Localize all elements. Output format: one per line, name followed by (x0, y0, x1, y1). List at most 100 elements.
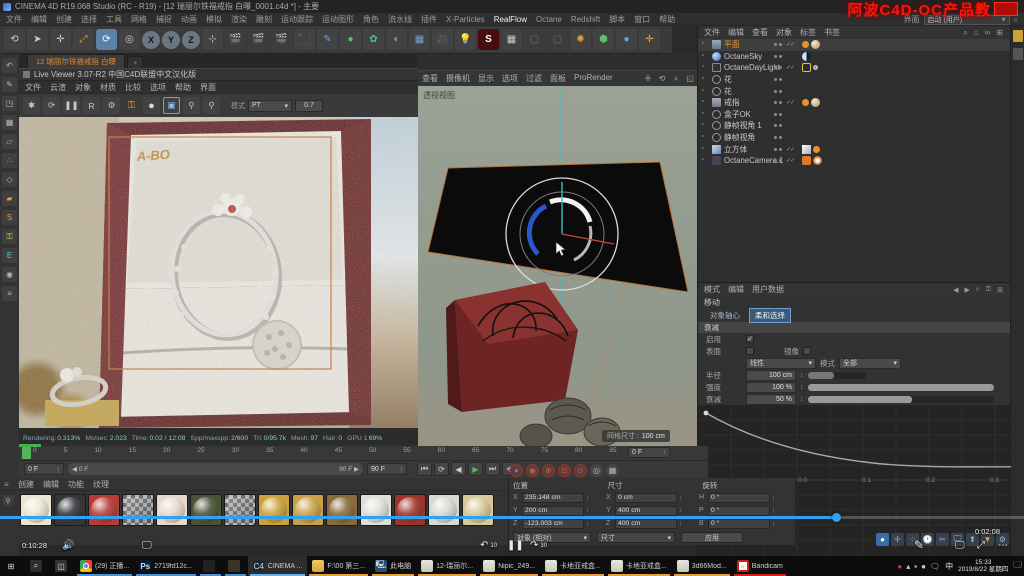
expand-toggle[interactable]: ∘ (701, 99, 708, 106)
rotation-field[interactable]: 0 ° (708, 506, 770, 516)
object-tags[interactable] (802, 98, 820, 107)
enable-checkbox[interactable]: ✓ (746, 335, 754, 343)
scroll-right-arrow[interactable]: 90 F ▶ (339, 465, 359, 473)
render-settings-icon[interactable]: 🎬 (271, 29, 292, 50)
undo-icon[interactable]: ⟲ (4, 29, 25, 50)
zoom-icon[interactable]: ⌕ (670, 73, 682, 85)
search-icon[interactable]: ⌕ (963, 28, 967, 38)
menu-item[interactable]: 模拟 (206, 14, 222, 25)
rotate-tool-icon[interactable]: ⟳ (96, 29, 117, 50)
sky-object-icon[interactable]: ● (616, 29, 637, 50)
object-row[interactable]: ∘ 花 ✓✓ (698, 85, 1010, 97)
visibility-dots[interactable] (774, 148, 782, 151)
viewport-menu-item[interactable]: ProRender (574, 73, 613, 84)
ghost-tool2-icon[interactable]: ▢ (547, 29, 568, 50)
snap-icon[interactable]: S (2, 210, 17, 225)
reset-icon[interactable]: R (83, 97, 100, 114)
taskbar-item[interactable]: 🖼 Nipic_249... (478, 556, 540, 576)
tray-net-icon[interactable]: ● (921, 562, 926, 571)
expand-toggle[interactable]: ∘ (701, 157, 708, 164)
workplane-icon[interactable]: ▱ (2, 134, 17, 149)
render-region-icon[interactable]: ▣ (163, 97, 180, 114)
autokey-icon[interactable]: ◉ (526, 464, 539, 477)
material-swatch[interactable] (156, 494, 188, 526)
material-ball-icon[interactable]: ● (143, 97, 160, 114)
menu-item[interactable]: 运动跟踪 (281, 14, 313, 25)
video-progress-bar[interactable] (0, 516, 1024, 519)
object-manager-menu-item[interactable]: 查看 (752, 27, 768, 38)
falloff-field[interactable]: 50 % (746, 394, 796, 405)
tray-app-icon[interactable]: ▪ (914, 562, 917, 571)
menu-item[interactable]: 窗口 (634, 14, 650, 25)
loop-icon[interactable]: ⟳ (434, 462, 449, 476)
position-field[interactable]: -123.003 cm (522, 519, 584, 529)
expand-icon[interactable]: ⊞ (997, 286, 1003, 294)
menu-item[interactable]: 文件 (6, 14, 22, 25)
solo-icon[interactable]: ◉ (2, 267, 17, 282)
taskbar-item[interactable]: F:\00 第三... (307, 556, 370, 576)
object-row[interactable]: ∘ 立方体 ✓✓ (698, 143, 1010, 155)
recording-icon[interactable]: ● (897, 562, 902, 571)
expand-toggle[interactable]: ∘ (701, 53, 708, 60)
range-start-field[interactable]: 0 F↕ (24, 463, 64, 475)
expand-toggle[interactable]: ∘ (701, 64, 708, 71)
material-swatch[interactable] (88, 494, 120, 526)
taskbar-item[interactable]: 🖼 卡地亚戒盒... (606, 556, 672, 576)
viewport-menu-item[interactable]: 选项 (502, 73, 518, 84)
section-header[interactable]: 衰减 (698, 322, 1010, 333)
object-row[interactable]: ∘ OctaneCamera.1 ✓✓ (698, 155, 1010, 167)
menu-item[interactable]: 创建 (56, 14, 72, 25)
record-pla-icon[interactable]: ▦ (606, 464, 619, 477)
object-row[interactable]: ∘ 盒子OK ✓✓ (698, 109, 1010, 121)
viewport-label[interactable]: 透视视图 (423, 90, 455, 101)
taskbar-item[interactable]: (29) 正播... (75, 556, 134, 576)
cut-icon[interactable]: ✂ (936, 533, 949, 546)
radius-slider[interactable] (808, 372, 866, 379)
forward-30-icon[interactable]: ↷30 (530, 540, 547, 551)
taskbar-item[interactable]: C4 CINEMA ... (248, 556, 308, 576)
expand-toggle[interactable]: ∘ (701, 88, 708, 95)
texture-mode-icon[interactable]: ▦ (2, 115, 17, 130)
live-viewer-menu-item[interactable]: 比较 (125, 82, 141, 93)
render-kernel-dropdown[interactable]: PT▾ (248, 100, 292, 112)
array-icon[interactable]: ✿ (363, 29, 384, 50)
menu-item[interactable]: 帮助 (659, 14, 675, 25)
layers-icon[interactable]: ≡ (2, 286, 17, 301)
object-row[interactable]: ∘ OctaneSky ✓✓ (698, 51, 1010, 63)
expand-toggle[interactable]: ∘ (701, 41, 708, 48)
material-filter-icon[interactable]: ⚲ (3, 495, 14, 506)
x-axis-lock-icon[interactable]: X (142, 31, 160, 49)
visibility-dots[interactable] (774, 136, 782, 139)
taskbar-item[interactable] (198, 556, 223, 576)
surface-checkbox[interactable] (746, 347, 754, 355)
object-row[interactable]: ∘ 静帧视角 1 ✓✓ (698, 120, 1010, 132)
viewport-menu-item[interactable]: 过滤 (526, 73, 542, 84)
pan-icon[interactable]: ✛ (642, 73, 654, 85)
menu-item[interactable]: 运动图形 (322, 14, 354, 25)
radius-field[interactable]: 100 cm (746, 370, 796, 381)
strength-field[interactable]: 100 % (746, 382, 796, 393)
record-scale-icon[interactable]: ⊡ (558, 464, 571, 477)
viewport-menu-item[interactable]: 摄像机 (446, 73, 470, 84)
progress-knob[interactable] (832, 513, 841, 522)
model-mode-icon[interactable]: ◳ (2, 96, 17, 111)
menu-item[interactable]: X-Particles (446, 15, 485, 24)
kernel-icon[interactable]: ✱ (23, 97, 40, 114)
object-tags[interactable] (802, 145, 820, 154)
document-tab[interactable]: 12 瑞丽尔铁福戒指 白曝 (27, 54, 125, 68)
expand-icon[interactable]: ⊞ (996, 28, 1003, 38)
object-manager-menu-item[interactable]: 标签 (800, 27, 816, 38)
ime-indicator[interactable]: 中 (945, 561, 953, 572)
move-tool-icon[interactable]: ✛ (50, 29, 71, 50)
home-icon[interactable]: ⌂ (974, 28, 979, 38)
magnet-icon[interactable]: E (2, 248, 17, 263)
new-tab-button[interactable]: + (127, 56, 143, 68)
mode-dropdown[interactable]: 全部▾ (839, 358, 901, 369)
material-swatch[interactable] (462, 494, 494, 526)
tray-gpu-icon[interactable]: ▴ (906, 562, 910, 571)
object-row[interactable]: ∘ 戒指 ✓✓ (698, 97, 1010, 109)
live-viewer-menu-item[interactable]: 帮助 (175, 82, 191, 93)
material-swatch[interactable] (428, 494, 460, 526)
taskbar-item[interactable]: ⊞ (0, 556, 25, 576)
notification-icon[interactable]: 🗔 (1013, 559, 1022, 573)
